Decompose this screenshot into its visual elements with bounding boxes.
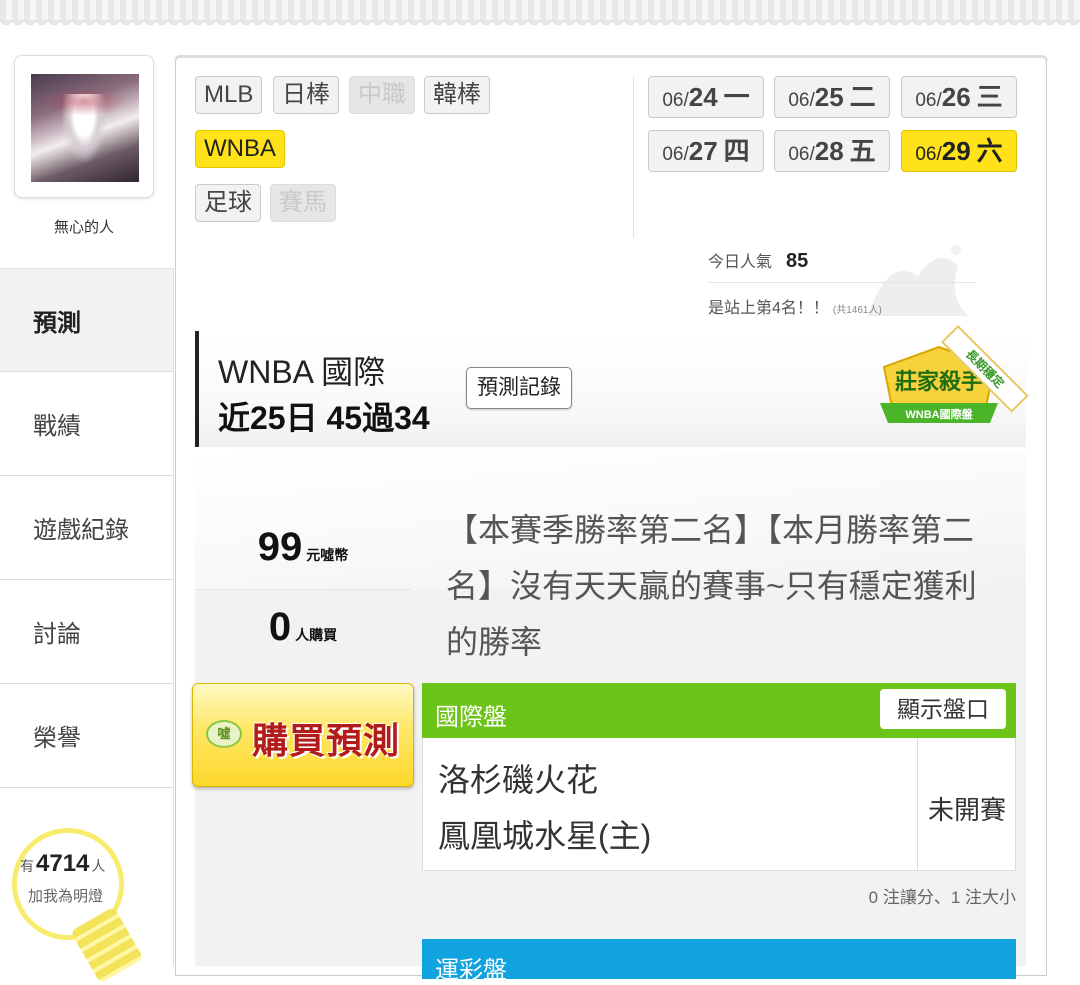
coin-icon: 噓 [206,720,242,748]
avatar-frame[interactable] [14,55,154,198]
bet-count: 0 注讓分、1 注大小 [868,888,1016,907]
sport-tab-npb[interactable]: 日棒 [273,76,339,114]
sport-tab-mlb[interactable]: MLB [195,76,263,114]
popularity: 今日人氣 85 [708,250,809,272]
lottery-section-header [422,939,1016,979]
date-0624[interactable]: 06/24 一 [648,76,764,118]
sidebar-divider [173,268,174,966]
sidebar-menu: 預測 戰績 遊戲紀錄 討論 榮譽 [0,268,173,788]
sidebar-item-record[interactable]: 戰績 [0,372,173,476]
away-team: 洛杉磯火花 [438,762,599,798]
date-0625[interactable]: 06/25 二 [774,76,890,118]
price-value: 99 [257,525,303,569]
lottery-section-title: 運彩盤 [435,957,507,984]
top-decorative-border [0,0,1080,26]
game-section-title: 國際盤 [435,704,507,731]
badge-title: 莊家殺手 [895,369,983,394]
sidebar-item-label: 戰績 [33,413,81,440]
price-divider [195,589,411,590]
home-team: 鳳凰城水星(主) [438,818,652,854]
date-0629[interactable]: 06/29 六 [901,130,1017,172]
sidebar-item-predict[interactable]: 預測 [0,268,173,372]
filter-divider [633,76,634,238]
buyer-count: 0 人購買 [268,605,338,649]
show-odds-button[interactable]: 顯示盤口 [880,689,1006,729]
date-0628[interactable]: 06/28 五 [774,130,890,172]
username[interactable]: 無心的人 [14,216,154,237]
popularity-divider [708,282,976,283]
popularity-rank: 是站上第4名！！ (共1461人) [708,300,882,317]
date-0626[interactable]: 06/26 三 [901,76,1017,118]
sidebar-item-honor[interactable]: 榮譽 [0,684,173,788]
sport-tab-cpbl: 中職 [349,76,415,114]
sport-tab-kbo[interactable]: 韓棒 [424,76,490,114]
buy-prediction-label[interactable]: 購買預測 [252,712,400,764]
prediction-description: 【本賽季勝率第二名】【本月勝率第二名】沒有天天贏的賽事~只有穩定獲利的勝率 [446,512,977,660]
follow-caption[interactable]: 加我為明燈 [28,885,103,906]
sidebar-item-label: 遊戲紀錄 [33,517,129,544]
league-title: WNBA 國際 [218,354,386,390]
buyer-count-value: 0 [268,605,292,649]
sidebar-item-label: 討論 [33,621,81,648]
sport-tab-wnba[interactable]: WNBA [195,130,285,168]
sidebar-item-label: 榮譽 [33,725,81,752]
recent-record: 近25日 45過34 [218,400,430,436]
popularity-value: 85 [786,250,809,272]
date-0627[interactable]: 06/27 四 [648,130,764,172]
sport-tab-horse-racing: 賽馬 [270,184,336,222]
prediction-record-button[interactable]: 預測記錄 [466,367,572,409]
avatar[interactable] [31,74,139,182]
fan-count: 有4714 人 [20,850,106,877]
game-status: 未開賽 [927,795,1006,825]
sport-tab-soccer[interactable]: 足球 [195,184,261,222]
badge-subtitle: WNBA國際盤 [905,407,973,421]
sidebar-item-discussion[interactable]: 討論 [0,580,173,684]
sidebar-item-label: 預測 [33,309,81,337]
price: 99 元噓幣 [257,525,349,569]
fan-count-number: 4714 [36,850,90,877]
sidebar-item-game-log[interactable]: 遊戲紀錄 [0,476,173,580]
